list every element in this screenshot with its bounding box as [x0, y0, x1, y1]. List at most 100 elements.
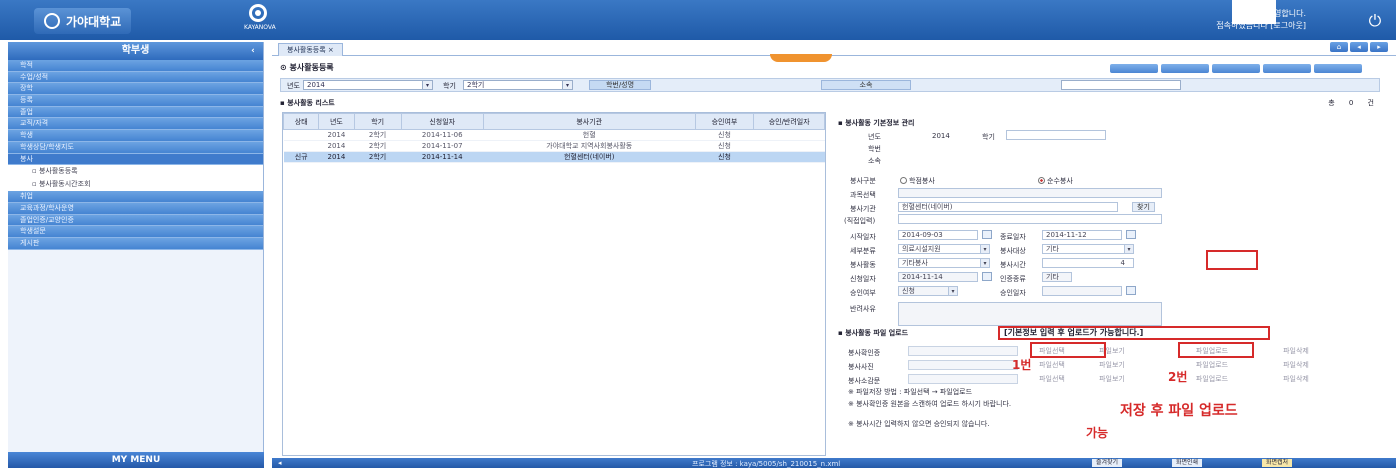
search-button[interactable] — [1110, 64, 1158, 73]
menu-item-open[interactable]: 봉사 — [8, 153, 263, 166]
col-approve[interactable]: 승인여부 — [694, 113, 755, 130]
cell-year: 2014 — [318, 151, 355, 163]
chevron-down-icon: ▾ — [562, 81, 572, 89]
term-label: 학기 — [443, 82, 456, 90]
subject-select[interactable] — [898, 188, 1162, 198]
file-row-label: 봉사확인증 — [848, 349, 881, 357]
expand-icon[interactable]: ◂ — [278, 459, 282, 467]
new-button[interactable] — [1161, 64, 1209, 73]
main-content: 봉사활동등록 × ⌂ ◂ ▸ ⊙ 봉사활동등록 년도 2014 ▾ 학기 2학기 ▾ — [272, 42, 1396, 468]
sub-item-hours[interactable]: ▫ 봉사활동시간조회 — [8, 178, 263, 192]
sub-item-register[interactable]: ▫ 봉사활동등록 — [8, 165, 263, 179]
save-button[interactable] — [1212, 64, 1260, 73]
type-radio-credit[interactable]: 학점봉사 — [900, 176, 935, 186]
file-view-button[interactable]: 파일보기 — [1082, 360, 1142, 370]
file-delete-button[interactable]: 파일삭제 — [1266, 346, 1326, 356]
file-delete-button[interactable]: 파일삭제 — [1266, 360, 1326, 370]
file-input-photo[interactable] — [908, 360, 1018, 370]
term-field[interactable] — [1006, 130, 1106, 140]
system-logo[interactable]: KAYANOVA — [244, 4, 276, 36]
menu-item[interactable]: 수업/성적 — [8, 71, 263, 84]
file-row-label: 봉사소감문 — [848, 377, 881, 385]
org-direct-input[interactable] — [898, 214, 1162, 224]
col-status[interactable]: 상태 — [282, 113, 320, 130]
cell-status — [283, 140, 319, 152]
menu-item[interactable]: 교직/자격 — [8, 118, 263, 131]
target-select[interactable]: 기타 ▾ — [1042, 244, 1134, 254]
year-label: 년도 — [868, 133, 881, 141]
student-search-button[interactable]: 학번/성명 — [589, 80, 651, 90]
table-row[interactable]: 2014 2학기 2014-11-07 가야대학교 지역사회봉사활동 신청 — [283, 140, 825, 152]
collapse-handle[interactable] — [770, 54, 832, 62]
category-value: 의료시설지원 — [902, 245, 941, 253]
tab-strip: 봉사활동등록 × ⌂ ◂ ▸ — [272, 42, 1396, 56]
menu-item[interactable]: 등록 — [8, 95, 263, 107]
file-upload-button[interactable]: 파일업로드 — [1182, 374, 1242, 384]
col-apply-date[interactable]: 신청일자 — [400, 113, 484, 130]
start-date-field[interactable]: 2014-09-03 — [898, 230, 978, 240]
col-year[interactable]: 년도 — [318, 113, 355, 130]
file-delete-button[interactable]: 파일삭제 — [1266, 374, 1326, 384]
list-count: 총 0 건 — [1328, 99, 1380, 107]
type-radio-pure[interactable]: 순수봉사 — [1038, 176, 1073, 186]
user-name-mask — [1232, 0, 1276, 24]
capture-button[interactable]: 화면캡처 — [1262, 459, 1293, 467]
col-org[interactable]: 봉사기관 — [482, 113, 696, 130]
menu-item[interactable]: 취업 — [8, 191, 263, 203]
volunteer-table: 상태 년도 학기 신청일자 봉사기관 승인여부 승인/반려일자 2014 2학기 — [282, 113, 825, 163]
org-label: 봉사기관 — [850, 205, 876, 213]
org-field[interactable]: 헌혈센터(네이버) — [898, 202, 1118, 212]
cell-approve-date — [753, 129, 825, 141]
col-approve-date[interactable]: 승인/반려일자 — [753, 113, 825, 130]
dept-input[interactable] — [1061, 80, 1181, 90]
category-select[interactable]: 의료시설지원 ▾ — [898, 244, 990, 254]
tab-volunteer-register[interactable]: 봉사활동등록 × — [278, 43, 343, 56]
university-logo[interactable]: 가야대학교 — [34, 8, 132, 34]
table-row-selected[interactable]: 신규 2014 2학기 2014-11-14 헌혈센터(네이버) 신청 — [283, 151, 825, 163]
menu-item[interactable]: 학생설문 — [8, 226, 263, 238]
file-view-button[interactable]: 파일보기 — [1082, 374, 1142, 384]
home-icon[interactable]: ⌂ — [1330, 42, 1348, 52]
year-select[interactable]: 2014 ▾ — [303, 80, 433, 90]
activity-select[interactable]: 기타봉사 ▾ — [898, 258, 990, 268]
delete-button[interactable] — [1263, 64, 1311, 73]
collapse-arrow-icon[interactable]: ‹ — [247, 45, 259, 57]
year-value: 2014 — [932, 132, 950, 140]
print-button[interactable] — [1314, 64, 1362, 73]
term-select[interactable]: 2학기 ▾ — [463, 80, 573, 90]
menu-item[interactable]: 졸업인증/교양인증 — [8, 214, 263, 227]
activity-value: 기타봉사 — [902, 259, 928, 267]
menu-item[interactable]: 졸업 — [8, 106, 263, 119]
print-screen-button[interactable]: 화면인쇄 — [1172, 459, 1203, 467]
menu-item[interactable]: 학생상담/학생지도 — [8, 141, 263, 154]
file-select-button[interactable]: 파일선택 — [1022, 374, 1082, 384]
file-upload-button[interactable]: 파일업로드 — [1182, 360, 1242, 370]
next-icon[interactable]: ▸ — [1370, 42, 1388, 52]
calendar-icon[interactable] — [982, 272, 992, 281]
calendar-icon[interactable] — [982, 230, 992, 239]
close-icon[interactable]: × — [328, 46, 334, 54]
col-term[interactable]: 학기 — [353, 113, 402, 130]
menu-item[interactable]: 장학 — [8, 83, 263, 96]
file-input-cert[interactable] — [908, 346, 1018, 356]
cell-year: 2014 — [318, 129, 355, 141]
my-menu-button[interactable]: MY MENU — [8, 452, 264, 468]
end-date-field[interactable]: 2014-11-12 — [1042, 230, 1122, 240]
favorite-button[interactable]: 즐겨찾기 — [1092, 459, 1123, 467]
note-hours: ※ 봉사시간 입력하지 않으면 승인되지 않습니다. — [848, 420, 990, 428]
subject-label: 과목선택 — [850, 191, 876, 199]
table-row[interactable]: 2014 2학기 2014-11-06 헌혈 신청 — [283, 129, 825, 141]
hours-field[interactable]: 4 — [1042, 258, 1134, 268]
category-label: 세부분류 — [850, 247, 876, 255]
menu-item[interactable]: 학적 — [8, 60, 263, 72]
power-icon[interactable]: ⏻ — [1362, 8, 1388, 34]
prev-icon[interactable]: ◂ — [1350, 42, 1368, 52]
dept-label: 소속 — [821, 80, 911, 90]
calendar-icon[interactable] — [1126, 230, 1136, 239]
menu-item[interactable]: 학생 — [8, 130, 263, 142]
org-find-button[interactable]: 찾기 — [1132, 202, 1155, 212]
cell-approve: 신청 — [695, 129, 754, 141]
menu-item[interactable]: 게시판 — [8, 237, 263, 250]
file-input-essay[interactable] — [908, 374, 1018, 384]
menu-item[interactable]: 교육과정/학사운영 — [8, 202, 263, 215]
